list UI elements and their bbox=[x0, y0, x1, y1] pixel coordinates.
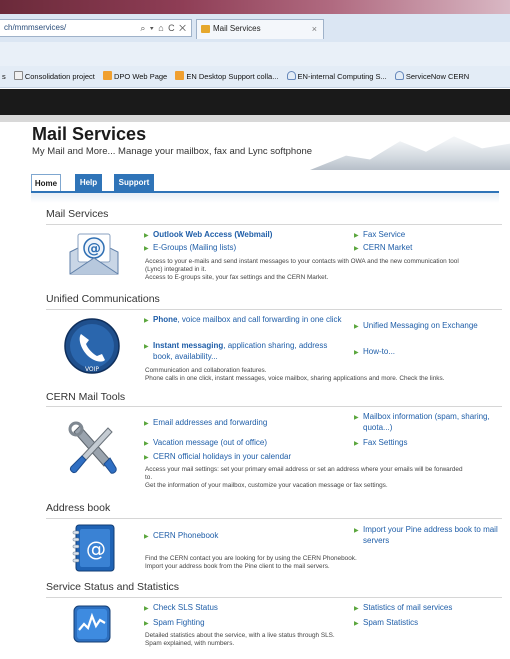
link-check-sls-status[interactable]: Check SLS Status bbox=[144, 602, 218, 615]
link-cern-phonebook[interactable]: CERN Phonebook bbox=[144, 530, 218, 543]
section-title-cern-mail-tools: CERN Mail Tools bbox=[46, 391, 126, 403]
address-bar[interactable]: ch/mmmservices/ ⌕ ▾ ⌂ C ✕ bbox=[0, 19, 192, 37]
favorite-item[interactable]: EN Desktop Support colla... bbox=[175, 66, 278, 87]
site-top-divider bbox=[0, 115, 510, 122]
section-divider bbox=[46, 224, 502, 225]
section-description: Detailed statistics about the service, w… bbox=[145, 632, 335, 647]
favorite-item[interactable]: ServiceNow CERN bbox=[394, 66, 469, 87]
window-titlebar bbox=[0, 0, 510, 14]
section-title-unified-communications: Unified Communications bbox=[46, 293, 160, 305]
svg-text:@: @ bbox=[87, 241, 101, 257]
link-cern-holidays[interactable]: CERN official holidays in your calendar bbox=[144, 451, 291, 464]
tab-help[interactable]: Help bbox=[75, 174, 102, 192]
link-import-pine-address-book[interactable]: Import your Pine address book to mail se… bbox=[354, 524, 503, 546]
favorite-item[interactable]: EN-internal Computing S... bbox=[286, 66, 387, 87]
tab-close-icon[interactable]: × bbox=[312, 20, 317, 38]
section-description: Access to your e-mails and send instant … bbox=[145, 258, 459, 281]
tools-icon bbox=[68, 421, 117, 474]
link-fax-settings[interactable]: Fax Settings bbox=[354, 437, 408, 450]
section-divider bbox=[46, 518, 502, 519]
page-header: Mail Services My Mail and More... Manage… bbox=[0, 122, 510, 170]
section-description: Communication and collaboration features… bbox=[145, 367, 445, 382]
link-phone-voice-mailbox[interactable]: Phone, voice mailbox and call forwarding… bbox=[144, 314, 343, 327]
link-vacation-message[interactable]: Vacation message (out of office) bbox=[144, 437, 267, 450]
page-title: Mail Services bbox=[32, 124, 147, 144]
nav-shadow bbox=[31, 193, 499, 203]
link-outlook-web-access[interactable]: Outlook Web Access (Webmail) bbox=[144, 229, 272, 242]
link-mailbox-information[interactable]: Mailbox information (spam, sharing, quot… bbox=[354, 411, 501, 433]
address-text: ch/mmmservices/ bbox=[4, 23, 67, 32]
link-e-groups[interactable]: E-Groups (Mailing lists) bbox=[144, 242, 236, 255]
section-divider bbox=[46, 597, 502, 598]
link-instant-messaging[interactable]: Instant messaging, application sharing, … bbox=[144, 340, 343, 362]
section-description: Access your mail settings: set your prim… bbox=[145, 466, 463, 489]
link-fax-service[interactable]: Fax Service bbox=[354, 229, 405, 242]
svg-text:VOIP: VOIP bbox=[85, 366, 99, 373]
tab-support[interactable]: Support bbox=[114, 174, 154, 192]
page-subtitle: My Mail and More... Manage your mailbox,… bbox=[32, 146, 313, 157]
link-how-to[interactable]: How-to... bbox=[354, 346, 395, 359]
address-controls[interactable]: ⌕ ▾ ⌂ C ✕ bbox=[140, 20, 187, 36]
section-title-service-status: Service Status and Statistics bbox=[46, 581, 180, 593]
tab-title: Mail Services bbox=[213, 24, 261, 33]
favorite-item[interactable]: s bbox=[2, 66, 6, 87]
link-cern-market[interactable]: CERN Market bbox=[354, 242, 412, 255]
cloud-icon bbox=[394, 71, 404, 80]
web-slice-icon bbox=[102, 71, 112, 80]
page-icon bbox=[13, 71, 23, 80]
web-slice-icon bbox=[175, 71, 185, 80]
link-spam-fighting[interactable]: Spam Fighting bbox=[144, 617, 205, 630]
address-book-icon: @ bbox=[72, 524, 115, 572]
section-divider bbox=[46, 309, 502, 310]
statistics-chart-icon bbox=[73, 605, 111, 643]
email-at-icon: @ bbox=[69, 233, 119, 275]
voip-phone-icon: VOIP bbox=[64, 318, 120, 374]
section-description: Find the CERN contact you are looking fo… bbox=[145, 555, 357, 570]
browser-tab-mail-services[interactable]: Mail Services × bbox=[196, 19, 324, 39]
address-tab-row: ch/mmmservices/ ⌕ ▾ ⌂ C ✕ Mail Services … bbox=[0, 14, 510, 42]
link-email-addresses-forwarding[interactable]: Email addresses and forwarding bbox=[144, 417, 267, 430]
cloud-icon bbox=[286, 71, 296, 80]
link-statistics-mail-services[interactable]: Statistics of mail services bbox=[354, 602, 452, 615]
svg-text:@: @ bbox=[86, 537, 106, 561]
link-spam-statistics[interactable]: Spam Statistics bbox=[354, 617, 418, 630]
link-unified-messaging[interactable]: Unified Messaging on Exchange bbox=[354, 320, 478, 333]
favorite-item[interactable]: DPO Web Page bbox=[102, 66, 167, 87]
section-title-address-book: Address book bbox=[46, 502, 111, 514]
section-divider bbox=[46, 406, 502, 407]
favorites-bar: s Consolidation project DPO Web Page EN … bbox=[0, 66, 510, 88]
mail-favicon-icon bbox=[201, 25, 210, 33]
toolbar-area bbox=[0, 42, 510, 66]
site-top-bar bbox=[0, 89, 510, 115]
favorite-item[interactable]: Consolidation project bbox=[13, 66, 95, 87]
mountain-banner-image bbox=[310, 136, 510, 170]
section-title-mail-services: Mail Services bbox=[46, 208, 109, 220]
